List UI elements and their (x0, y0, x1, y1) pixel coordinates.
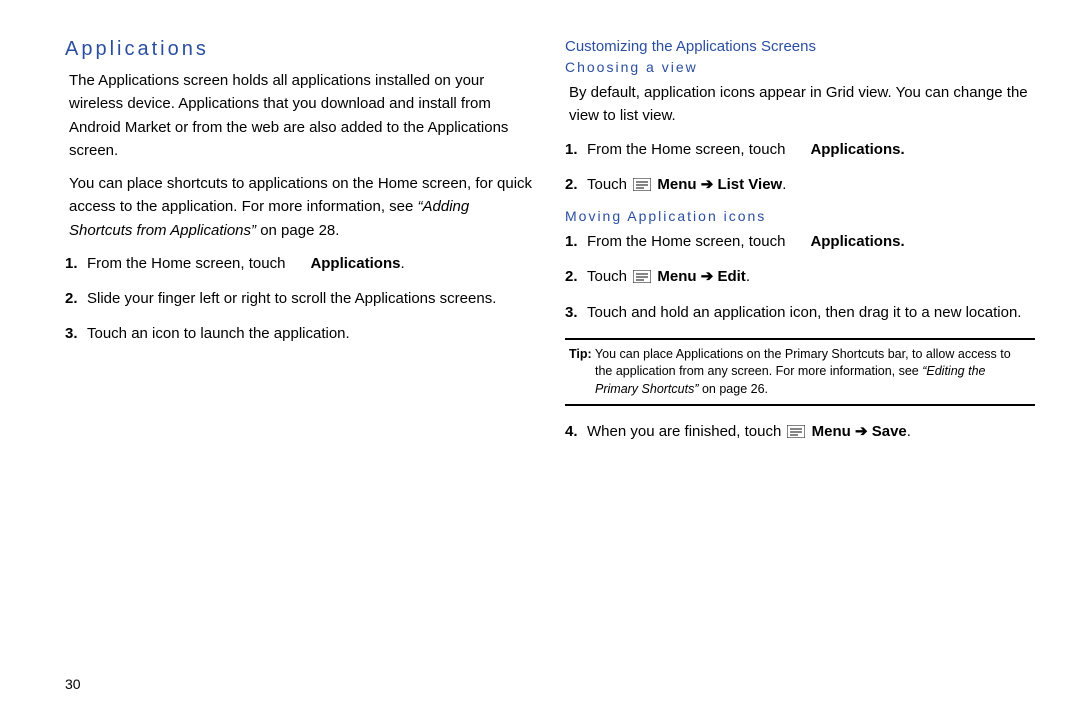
mi-step2-target: Edit (717, 268, 745, 285)
cv-step-1: From the Home screen, touch Applications… (587, 138, 1035, 161)
cv-step1-label: Applications. (810, 141, 904, 158)
menu-icon (633, 270, 651, 283)
menu-icon (787, 425, 805, 438)
mi-step-4: When you are finished, touch Menu Save. (587, 420, 1035, 443)
right-column: Customizing the Applications Screens Cho… (555, 38, 1035, 700)
arrow-icon (855, 423, 868, 440)
arrow-icon (701, 176, 714, 193)
arrow-icon (701, 268, 714, 285)
tip-label: Tip: (569, 347, 592, 361)
tip-text-c: on page 26. (699, 382, 769, 396)
applications-icon (290, 255, 307, 272)
applications-intro-2: You can place shortcuts to applications … (65, 172, 535, 242)
moving-icons-steps-cont: When you are finished, touch Menu Save. (565, 420, 1035, 443)
mi-step2-text-a: Touch (587, 268, 631, 285)
applications-icon (790, 141, 807, 158)
cv-step2-text-a: Touch (587, 176, 631, 193)
cv-step2-text-c: . (782, 176, 786, 193)
mi-step1-text-a: From the Home screen, touch (587, 233, 790, 250)
applications-icon (790, 233, 807, 250)
cv-step-2: Touch Menu List View. (587, 173, 1035, 196)
subheading-choosing-view: Choosing a view (565, 59, 1035, 75)
mi-step4-text-c: . (907, 423, 911, 440)
menu-icon (633, 178, 651, 191)
step1-text-a: From the Home screen, touch (87, 255, 290, 272)
page-number: 30 (65, 676, 81, 692)
mi-step4-menu: Menu (812, 423, 851, 440)
heading-customizing: Customizing the Applications Screens (565, 38, 1035, 55)
mi-step-2: Touch Menu Edit. (587, 265, 1035, 288)
step-2: Slide your finger left or right to scrol… (87, 287, 535, 310)
mi-step2-menu: Menu (657, 268, 696, 285)
para2-text-c: on page 28. (256, 222, 339, 239)
applications-steps: From the Home screen, touch Applications… (65, 252, 535, 346)
heading-applications: Applications (65, 38, 535, 61)
mi-step-1: From the Home screen, touch Applications… (587, 230, 1035, 253)
choosing-view-steps: From the Home screen, touch Applications… (565, 138, 1035, 197)
tip-box: Tip: You can place Applications on the P… (565, 338, 1035, 407)
cv-step2-target: List View (717, 176, 782, 193)
mi-step2-text-c: . (746, 268, 750, 285)
left-column: Applications The Applications screen hol… (65, 38, 555, 700)
choosing-view-intro: By default, application icons appear in … (565, 81, 1035, 128)
mi-step4-target: Save (872, 423, 907, 440)
step1-text-c: . (400, 255, 404, 272)
cv-step1-text-a: From the Home screen, touch (587, 141, 790, 158)
cv-step2-menu: Menu (657, 176, 696, 193)
moving-icons-steps: From the Home screen, touch Applications… (565, 230, 1035, 324)
step-1: From the Home screen, touch Applications… (87, 252, 535, 275)
step1-label: Applications (310, 255, 400, 272)
mi-step-3: Touch and hold an application icon, then… (587, 301, 1035, 324)
step-3: Touch an icon to launch the application. (87, 322, 535, 345)
mi-step1-label: Applications. (810, 233, 904, 250)
subheading-moving-icons: Moving Application icons (565, 208, 1035, 224)
mi-step4-text-a: When you are finished, touch (587, 423, 785, 440)
applications-intro-1: The Applications screen holds all applic… (65, 69, 535, 162)
